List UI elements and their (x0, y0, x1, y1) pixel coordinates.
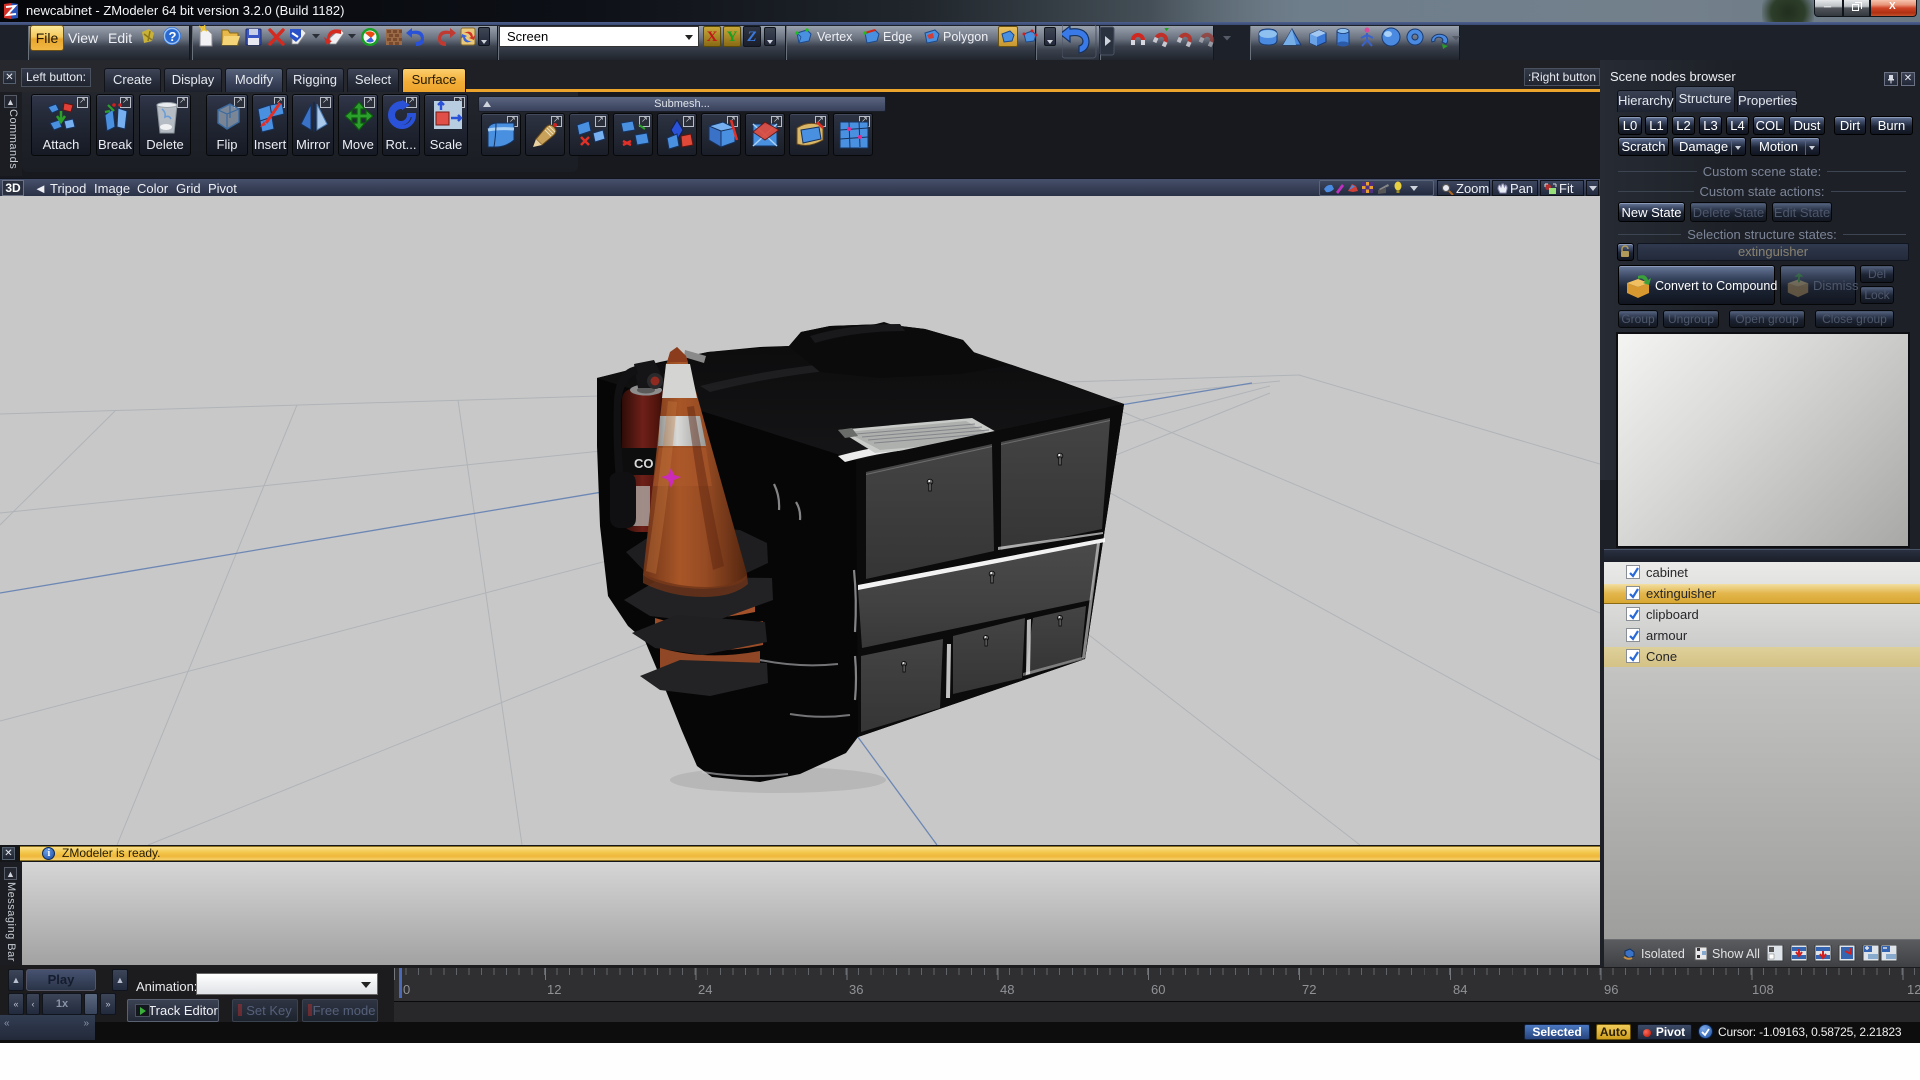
svg-text:?: ? (169, 29, 177, 44)
svg-text:Vertex: Vertex (817, 30, 853, 44)
svg-text:Edge: Edge (883, 30, 912, 44)
svg-text:Polygon: Polygon (943, 30, 988, 44)
svg-text:CO: CO (634, 456, 654, 471)
